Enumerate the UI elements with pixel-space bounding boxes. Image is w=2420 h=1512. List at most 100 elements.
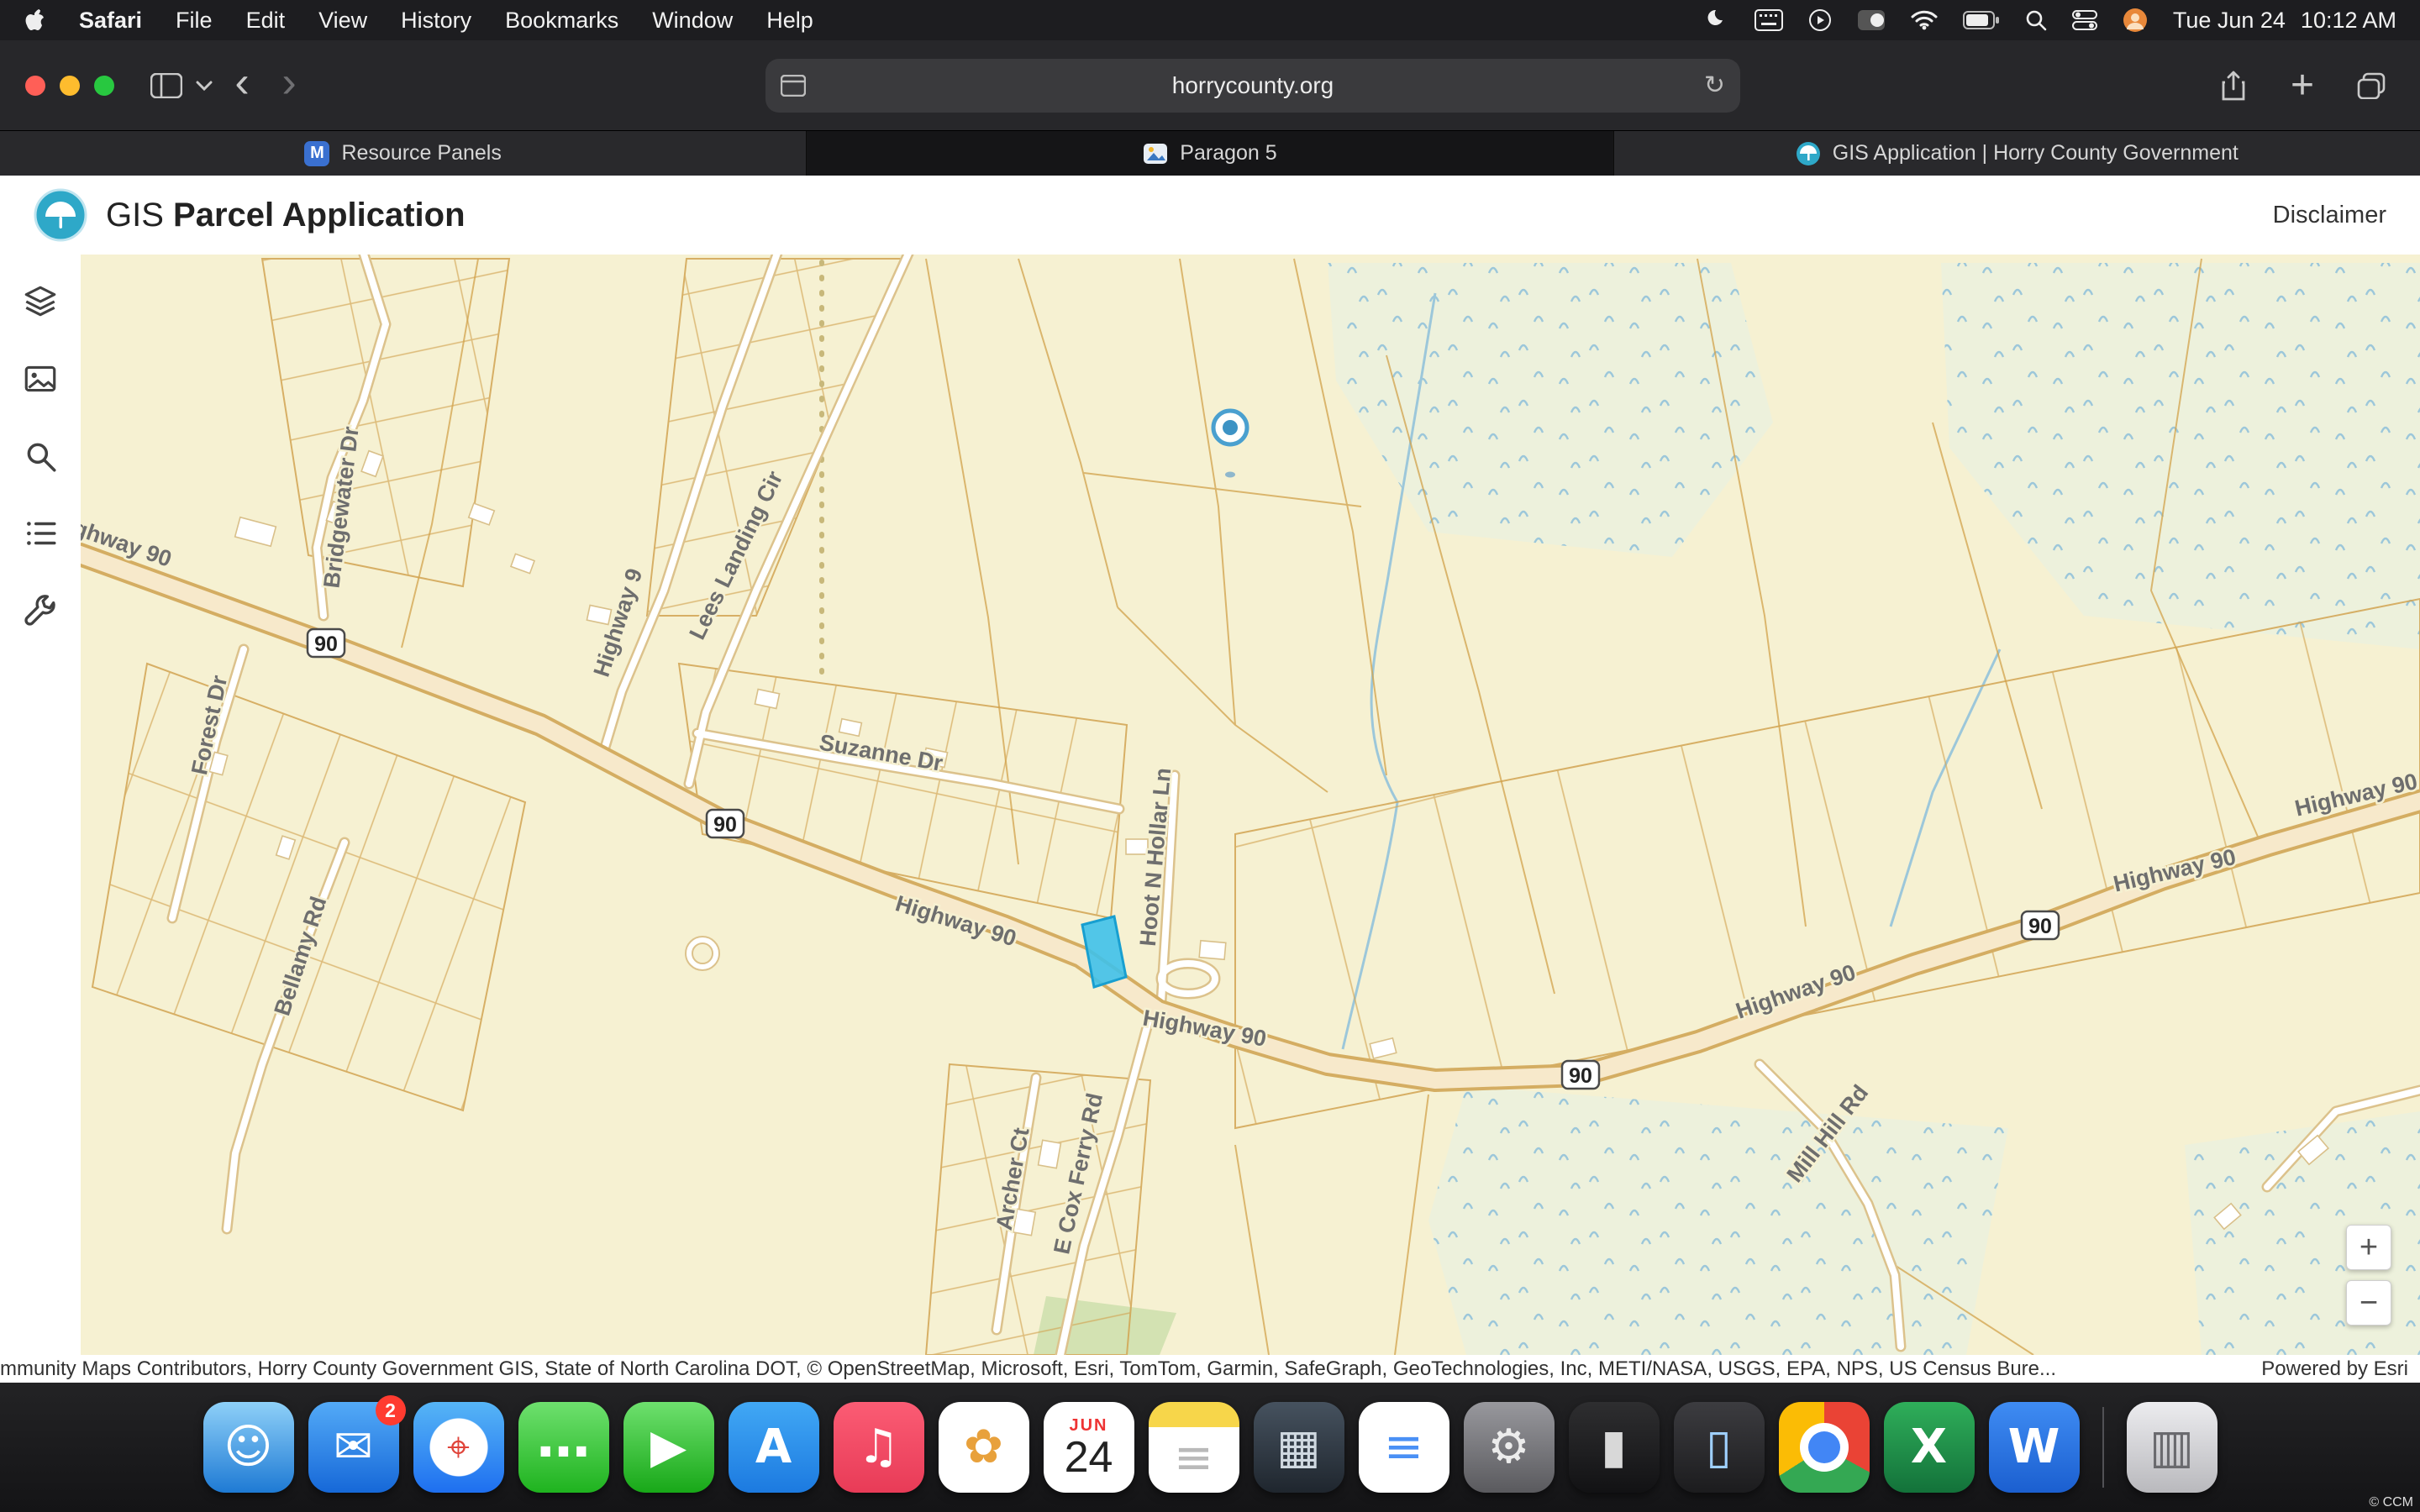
dock-settings[interactable]: ⚙ (1464, 1402, 1555, 1493)
tools-wrench-icon[interactable] (15, 585, 66, 636)
macos-menu-bar: Safari File Edit View History Bookmarks Windo… (0, 0, 2420, 40)
menu-file[interactable]: File (176, 8, 213, 33)
zoom-out-button[interactable]: − (2346, 1280, 2391, 1326)
dock-utility[interactable]: ▮ (1569, 1402, 1660, 1493)
spotlight-search-icon[interactable] (2025, 9, 2047, 31)
calendar-day: 24 (1065, 1436, 1113, 1479)
results-list-icon[interactable] (15, 508, 66, 559)
menu-history[interactable]: History (401, 8, 471, 33)
menu-window[interactable]: Window (652, 8, 733, 33)
menu-edit[interactable]: Edit (246, 8, 286, 33)
map-tool-rail (0, 255, 81, 1355)
dock-notes[interactable]: ≡ (1149, 1402, 1239, 1493)
page-format-icon[interactable] (781, 75, 806, 97)
dock-facetime[interactable]: ▶ (623, 1402, 714, 1493)
tab-label: Resource Panels (341, 141, 501, 165)
zoom-window-button[interactable] (94, 76, 114, 96)
dock-calendar[interactable]: JUN24 (1044, 1402, 1134, 1493)
wallpaper-credit: © CCM (2369, 1495, 2413, 1510)
route-shield: 90 (707, 810, 744, 837)
chrome-center (1808, 1431, 1840, 1463)
map-content: Highway 90Highway 90Highway 90Highway 90… (0, 255, 2420, 1355)
dock-iphone[interactable]: ▯ (1674, 1402, 1765, 1493)
route-shield: 90 (1562, 1061, 1599, 1089)
share-icon[interactable] (2210, 62, 2257, 109)
search-icon[interactable] (15, 431, 66, 481)
launchpad-icon: ▦ (1276, 1424, 1321, 1471)
reminders-icon: ≡ (1384, 1424, 1423, 1471)
safari-toolbar: ‹ › horrycounty.org ↻ + (0, 40, 2420, 131)
route-shield: 90 (2022, 911, 2059, 939)
dark-mode-moon-icon[interactable] (1706, 8, 1729, 32)
keyboard-icon[interactable] (1754, 9, 1783, 31)
mail-icon: ✉ (334, 1424, 373, 1471)
sidebar-chevron-icon[interactable] (190, 62, 218, 109)
word-icon: W (2008, 1424, 2060, 1471)
user-avatar[interactable] (2123, 8, 2148, 33)
stage-manager-icon[interactable] (1857, 9, 1886, 31)
dock-photos[interactable]: ✿ (939, 1402, 1029, 1493)
attribution-text: mmunity Maps Contributors, Horry County … (0, 1357, 2249, 1381)
settings-icon: ⚙ (1487, 1424, 1529, 1471)
play-icon[interactable] (1808, 8, 1832, 32)
address-bar[interactable]: horrycounty.org ↻ (765, 59, 1740, 113)
utility-icon: ▮ (1601, 1424, 1627, 1471)
battery-icon[interactable] (1963, 11, 2000, 29)
picture-icon (1143, 141, 1168, 166)
dock-word[interactable]: W (1989, 1402, 2080, 1493)
route-shield: 90 (308, 629, 345, 657)
dock-launchpad[interactable]: ▦ (1254, 1402, 1344, 1493)
photos-icon: ✿ (964, 1424, 1003, 1471)
music-icon: ♫ (857, 1424, 899, 1471)
menu-app-name[interactable]: Safari (79, 8, 142, 34)
url-text[interactable]: horrycounty.org (765, 72, 1740, 99)
forward-button[interactable]: › (266, 62, 313, 109)
tab-resource-panels[interactable]: M Resource Panels (0, 131, 807, 176)
svg-text:90: 90 (314, 633, 338, 656)
dock-reminders[interactable]: ≡ (1359, 1402, 1449, 1493)
control-center-icon[interactable] (2072, 9, 2097, 31)
dock-safari[interactable]: ⌖ (413, 1402, 504, 1493)
notes-icon: ≡ (1174, 1413, 1213, 1482)
zoom-in-button[interactable]: + (2346, 1225, 2391, 1270)
basemap-image-icon[interactable] (15, 354, 66, 404)
dock-appstore[interactable]: A (729, 1402, 819, 1493)
dock-trash[interactable]: ▥ (2127, 1402, 2217, 1493)
menu-bookmarks[interactable]: Bookmarks (505, 8, 618, 33)
dock-excel[interactable]: X (1884, 1402, 1975, 1493)
appstore-icon: A (755, 1424, 792, 1471)
menu-bar-clock[interactable]: Tue Jun 24 10:12 AM (2173, 8, 2396, 34)
dock-music[interactable]: ♫ (834, 1402, 924, 1493)
dock-chrome[interactable] (1779, 1402, 1870, 1493)
layers-icon[interactable] (15, 276, 66, 327)
new-tab-icon[interactable]: + (2279, 62, 2326, 109)
menu-help[interactable]: Help (766, 8, 813, 33)
iphone-icon: ▯ (1706, 1424, 1732, 1471)
powered-by-esri[interactable]: Powered by Esri (2249, 1357, 2420, 1381)
minimize-window-button[interactable] (60, 76, 80, 96)
gis-map[interactable]: Highway 90Highway 90Highway 90Highway 90… (0, 255, 2420, 1355)
facetime-icon: ▶ (650, 1424, 687, 1471)
dock-messages[interactable]: … (518, 1402, 609, 1493)
wifi-icon[interactable] (1911, 10, 1938, 30)
trash-icon: ▥ (2149, 1424, 2194, 1471)
gis-page-header: GIS Parcel Application Disclaimer (0, 176, 2420, 255)
tab-overview-icon[interactable] (2348, 62, 2395, 109)
clock-date: Tue Jun 24 (2173, 8, 2286, 34)
dock-mail[interactable]: ✉2 (308, 1402, 399, 1493)
page-title: GIS Parcel Application (106, 197, 466, 234)
disclaimer-link[interactable]: Disclaimer (2273, 202, 2386, 229)
dock-finder[interactable]: ☺ (203, 1402, 294, 1493)
close-window-button[interactable] (25, 76, 45, 96)
sidebar-toggle-icon[interactable] (143, 62, 190, 109)
m-badge-icon: M (304, 141, 329, 166)
svg-text:90: 90 (713, 813, 737, 837)
tab-paragon-5[interactable]: Paragon 5 (807, 131, 1613, 176)
apple-logo-icon[interactable] (24, 8, 45, 33)
tab-gis-application[interactable]: GIS Application | Horry County Governmen… (1614, 131, 2420, 176)
back-button[interactable]: ‹ (218, 62, 266, 109)
gis-globe-icon (1796, 141, 1821, 166)
reload-icon[interactable]: ↻ (1704, 71, 1725, 100)
macos-dock: ☺✉2⌖… ▶ A ♫ ✿ JUN24 ≡ ▦ ≡ ⚙ ▮ ▯ XW ▥ (0, 1383, 2420, 1512)
menu-view[interactable]: View (318, 8, 367, 33)
